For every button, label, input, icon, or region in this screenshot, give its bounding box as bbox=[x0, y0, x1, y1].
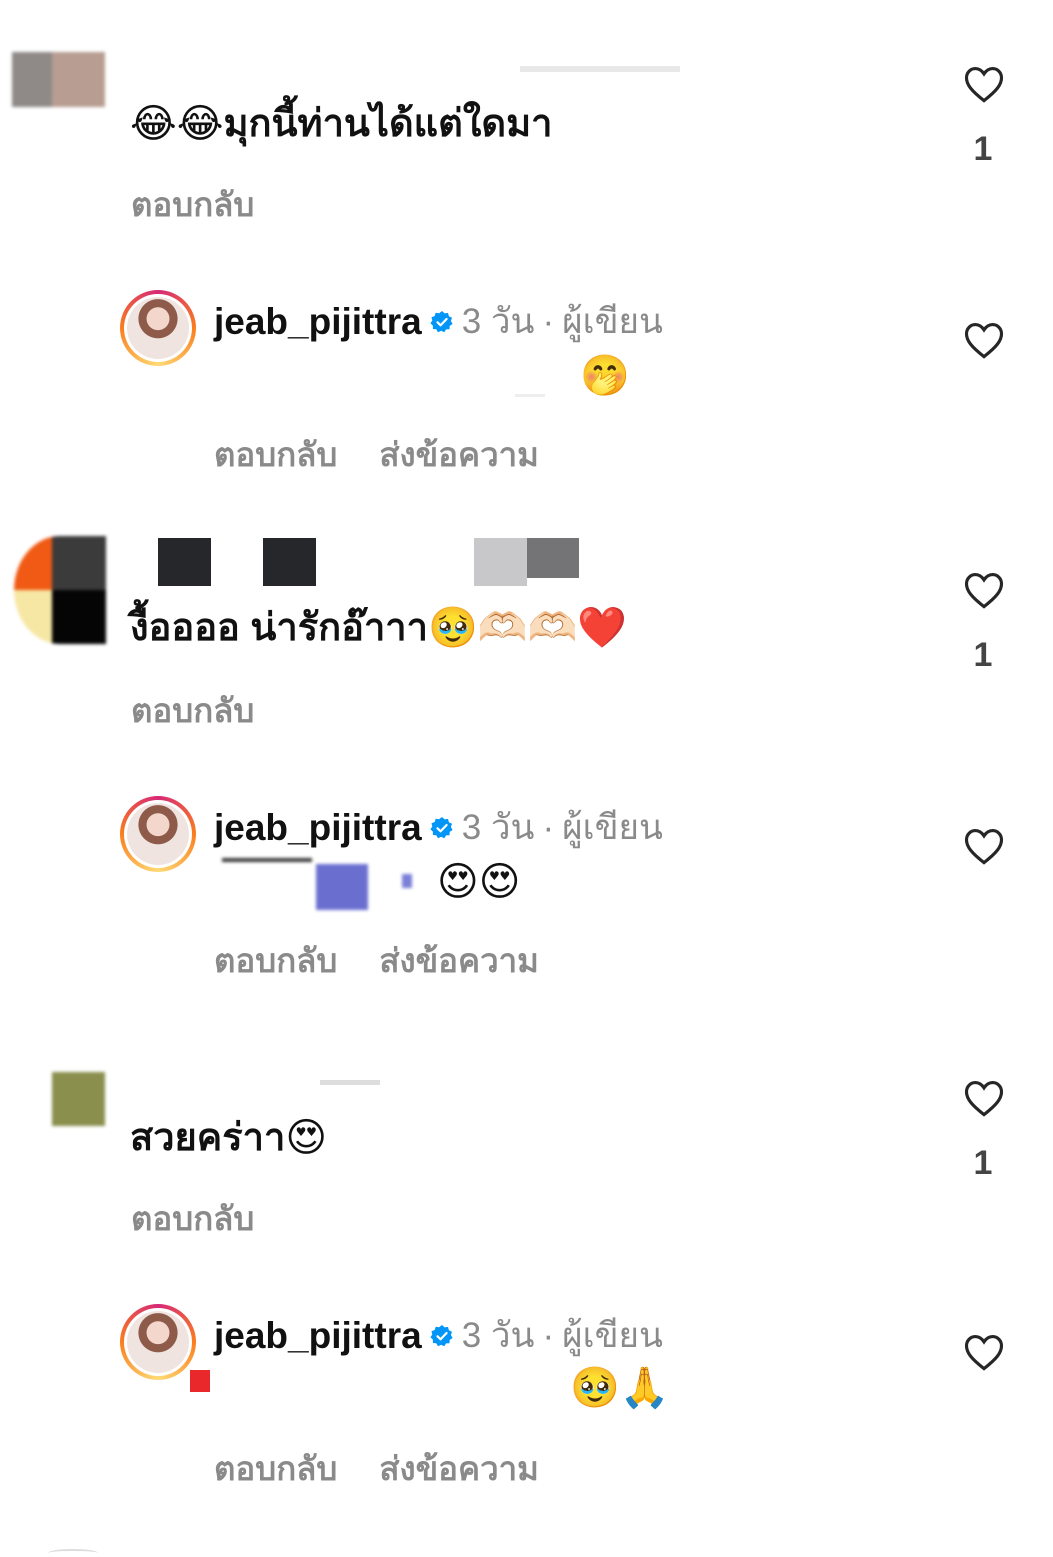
author-username[interactable]: jeab_pijittra bbox=[214, 1315, 422, 1357]
comment-emoji: 😂😂 bbox=[130, 102, 224, 146]
author-role: ผู้เขียน bbox=[562, 808, 663, 847]
reply-text-censored bbox=[515, 394, 545, 397]
author-role: ผู้เขียน bbox=[562, 302, 663, 341]
reply-button[interactable]: ตอบกลับ bbox=[214, 934, 337, 987]
like-count: 1 bbox=[973, 1144, 993, 1182]
comment-emoji: 🥹🫶🏻🫶🏻❤️ bbox=[427, 606, 628, 650]
heart-icon[interactable] bbox=[963, 826, 1005, 866]
like-count: 1 bbox=[973, 130, 993, 168]
reply-button[interactable]: ตอบกลับ bbox=[214, 428, 337, 481]
reply-button[interactable]: ตอบกลับ bbox=[214, 1442, 337, 1495]
username-censored bbox=[520, 66, 680, 72]
send-message-button[interactable]: ส่งข้อความ bbox=[379, 428, 539, 481]
comment-1: 😂😂 มุกนี้ท่านได้แต่ใดมา ตอบกลับ 1 bbox=[0, 0, 1053, 230]
reply-time: 3 วัน bbox=[461, 1316, 535, 1355]
meta-separator: · bbox=[542, 807, 555, 847]
reply-text-censored bbox=[222, 858, 422, 910]
send-message-button[interactable]: ส่งข้อความ bbox=[379, 934, 539, 987]
author-reply-1: jeab_pijittra 3 วัน · ผู้เขียน 🤭 ตอบกลับ… bbox=[0, 270, 1053, 490]
meta-separator: · bbox=[542, 301, 555, 341]
reply-button[interactable]: ตอบกลับ bbox=[131, 178, 254, 231]
avatar-censored[interactable] bbox=[12, 52, 105, 107]
meta-separator: · bbox=[542, 1315, 555, 1355]
send-message-button[interactable]: ส่งข้อความ bbox=[379, 1442, 539, 1495]
verified-badge-icon bbox=[430, 1324, 453, 1346]
avatar-censored[interactable] bbox=[52, 1072, 105, 1126]
comment-text: มุกนี้ท่านได้แต่ใดมา bbox=[223, 103, 553, 145]
username-censored bbox=[158, 538, 211, 586]
author-reply-3: jeab_pijittra 3 วัน · ผู้เขียน 🥹🙏 ตอบกลั… bbox=[0, 1284, 1053, 1504]
comment-2: งื้ออออ น่ารักอ๊าาา 🥹🫶🏻🫶🏻❤️ ตอบกลับ 1 bbox=[0, 520, 1053, 740]
author-avatar[interactable] bbox=[120, 1304, 196, 1380]
heart-icon[interactable] bbox=[963, 1332, 1005, 1372]
verified-badge-icon bbox=[430, 816, 453, 838]
heart-icon[interactable] bbox=[963, 570, 1005, 610]
heart-icon[interactable] bbox=[963, 1078, 1005, 1118]
comment-text: สวยคร่าา bbox=[130, 1117, 286, 1159]
author-username[interactable]: jeab_pijittra bbox=[214, 301, 422, 343]
reply-button[interactable]: ตอบกลับ bbox=[131, 684, 254, 737]
author-username[interactable]: jeab_pijittra bbox=[214, 807, 422, 849]
like-count: 1 bbox=[973, 636, 993, 674]
author-reply-2: jeab_pijittra 3 วัน · ผู้เขียน 😍😍 ตอบกลั… bbox=[0, 776, 1053, 996]
comment-emoji: 😍 bbox=[285, 1116, 328, 1160]
next-comment-avatar-partial bbox=[48, 1549, 98, 1557]
author-avatar[interactable] bbox=[120, 290, 196, 366]
reply-text-censored bbox=[190, 1370, 210, 1392]
reply-emoji: 🥹🙏 bbox=[570, 1366, 670, 1410]
author-role: ผู้เขียน bbox=[562, 1316, 663, 1355]
reply-time: 3 วัน bbox=[461, 302, 535, 341]
avatar-censored[interactable] bbox=[14, 536, 106, 644]
username-censored bbox=[320, 1080, 380, 1085]
heart-icon[interactable] bbox=[963, 64, 1005, 104]
reply-time: 3 วัน bbox=[461, 808, 535, 847]
reply-emoji: 🤭 bbox=[580, 354, 630, 398]
reply-emoji: 😍😍 bbox=[437, 860, 521, 904]
reply-button[interactable]: ตอบกลับ bbox=[131, 1192, 254, 1245]
heart-icon[interactable] bbox=[963, 320, 1005, 360]
comment-3: สวยคร่าา 😍 ตอบกลับ 1 bbox=[0, 1040, 1053, 1250]
verified-badge-icon bbox=[430, 310, 453, 332]
author-avatar[interactable] bbox=[120, 796, 196, 872]
comment-text: งื้ออออ น่ารักอ๊าาา bbox=[130, 607, 428, 649]
